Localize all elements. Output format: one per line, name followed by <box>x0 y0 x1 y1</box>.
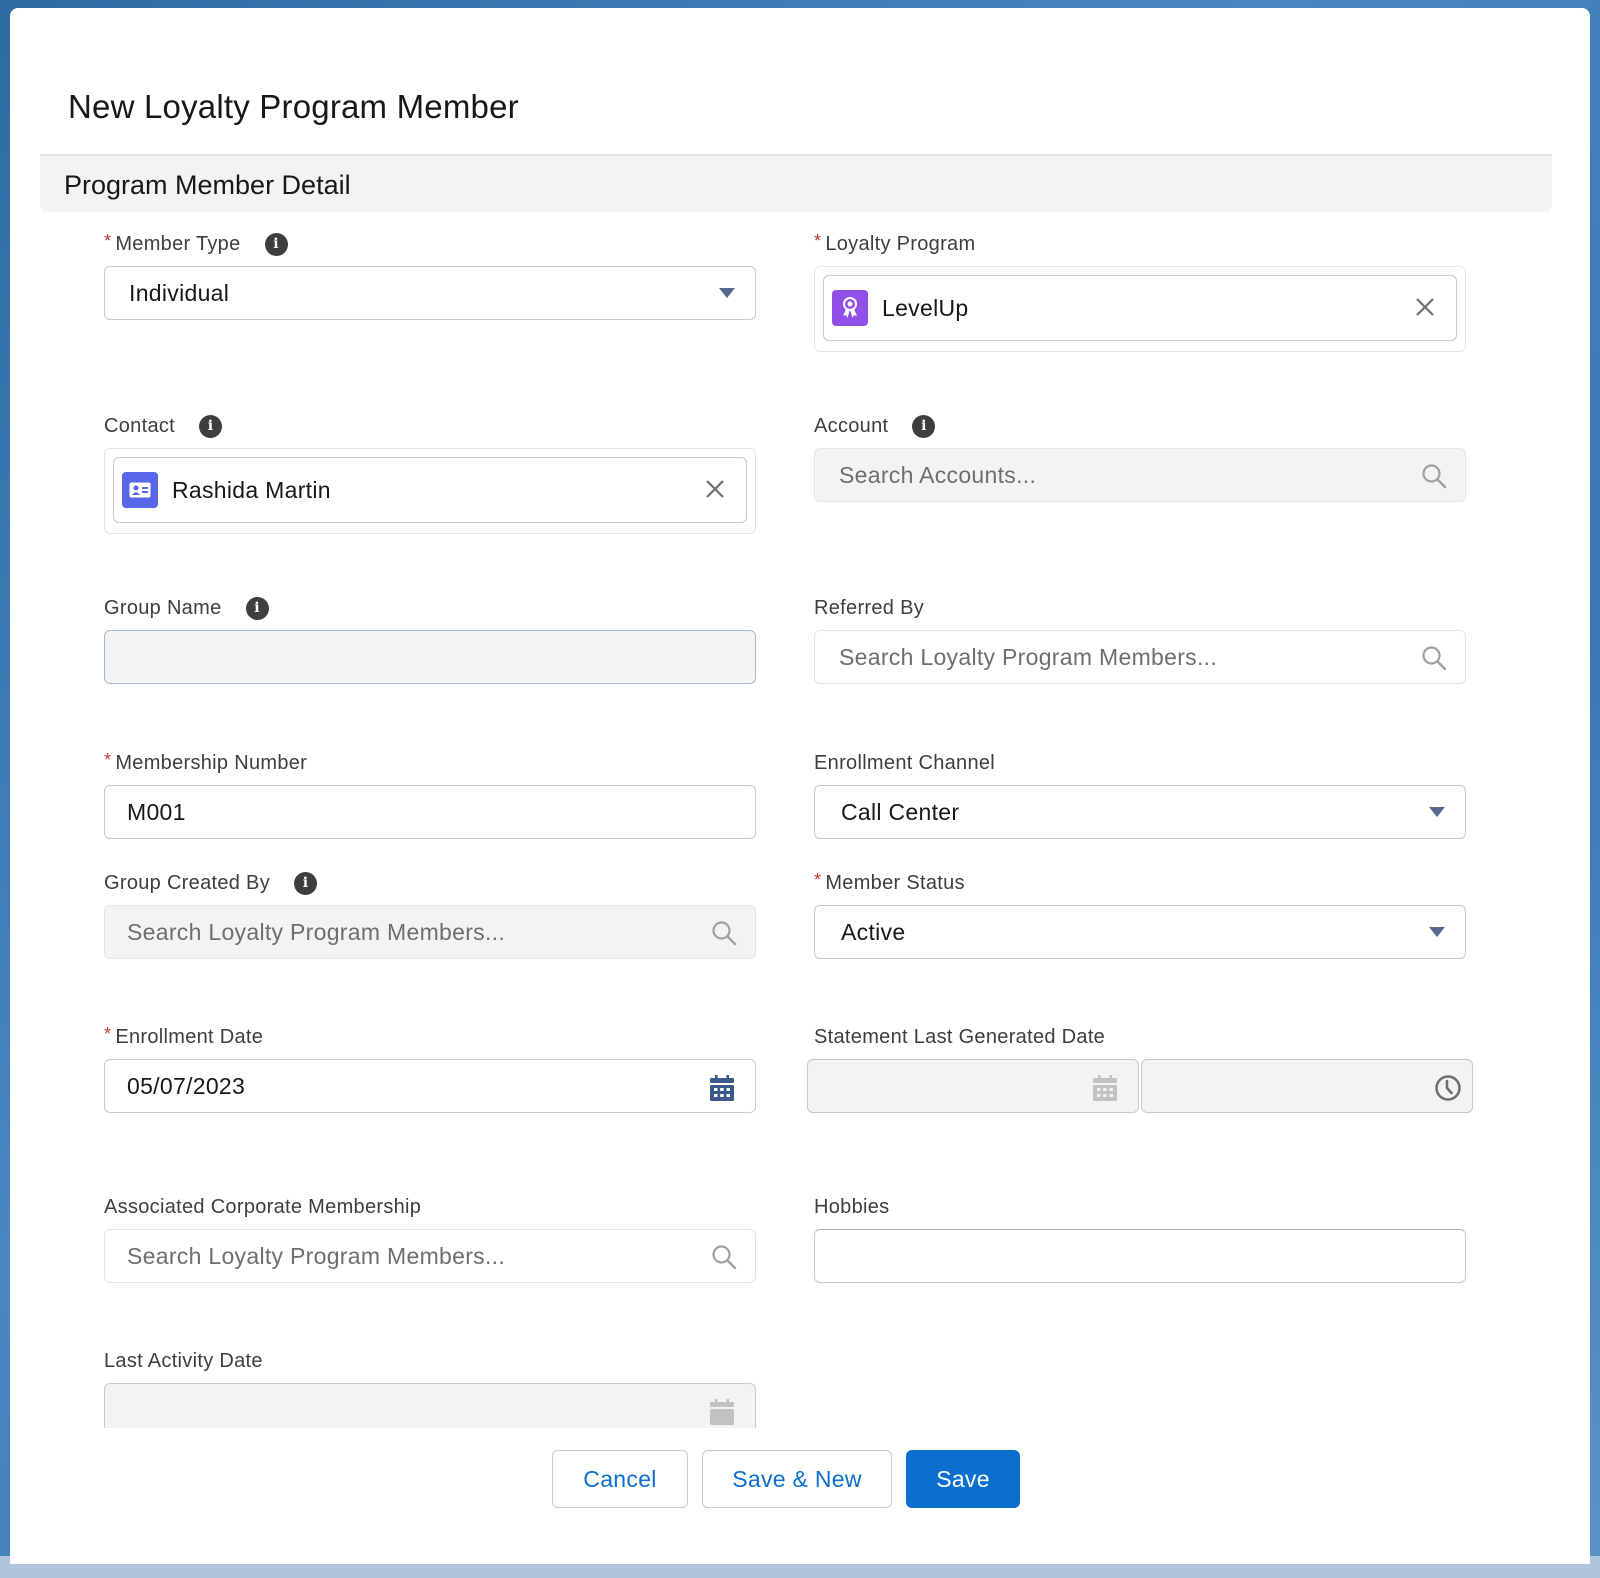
chevron-down-icon <box>719 288 735 298</box>
required-marker: * <box>104 1023 112 1044</box>
loyalty-program-icon <box>832 290 868 326</box>
statement-time-input[interactable] <box>1141 1059 1473 1113</box>
field-group-name: Group Name i <box>104 594 269 622</box>
section-header: Program Member Detail <box>40 156 1552 212</box>
info-icon[interactable]: i <box>264 232 288 256</box>
search-icon <box>712 921 737 946</box>
loyalty-program-selected-pill[interactable]: LevelUp <box>823 275 1457 341</box>
cancel-button[interactable]: Cancel <box>552 1450 688 1508</box>
member-status-label: * Member Status <box>814 869 965 894</box>
loyalty-program-label: * Loyalty Program <box>814 230 976 255</box>
field-contact: Contact i <box>104 412 223 440</box>
group-name-label: Group Name i <box>104 594 269 622</box>
info-icon[interactable]: i <box>245 596 269 620</box>
field-loyalty-program: * Loyalty Program <box>814 230 975 258</box>
search-icon <box>712 1245 737 1270</box>
member-type-label: * Member Type i <box>104 230 288 258</box>
enrollment-date-label: * Enrollment Date <box>104 1023 264 1048</box>
contact-card-icon <box>122 472 158 508</box>
info-icon[interactable]: i <box>912 414 936 438</box>
loyalty-program-lookup: LevelUp <box>814 266 1466 352</box>
chevron-down-icon <box>1429 807 1445 817</box>
enrollment-date-input[interactable]: 05/07/2023 <box>104 1059 756 1113</box>
field-member-type: * Member Type i <box>104 230 288 258</box>
contact-lookup: Rashida Martin <box>104 448 756 534</box>
required-marker: * <box>814 230 822 251</box>
new-loyalty-program-member-modal: New Loyalty Program Member Program Membe… <box>10 8 1590 1564</box>
associated-corporate-membership-search-input[interactable]: Search Loyalty Program Members... <box>104 1229 756 1283</box>
field-associated-corporate-membership: Associated Corporate Membership <box>104 1193 421 1221</box>
contact-label: Contact i <box>104 412 223 440</box>
group-name-input[interactable] <box>104 630 756 684</box>
search-icon <box>1422 464 1447 489</box>
search-icon <box>1422 646 1447 671</box>
referred-by-label: Referred By <box>814 596 925 619</box>
group-created-by-search-input[interactable]: Search Loyalty Program Members... <box>104 905 756 959</box>
required-marker: * <box>104 749 112 770</box>
statement-date-input[interactable] <box>807 1059 1139 1113</box>
field-referred-by: Referred By <box>814 594 924 622</box>
member-type-picklist[interactable]: Individual <box>104 266 756 320</box>
calendar-icon <box>710 1399 734 1425</box>
calendar-icon[interactable] <box>709 1074 735 1102</box>
field-hobbies: Hobbies <box>814 1193 889 1221</box>
modal-title: New Loyalty Program Member <box>68 88 519 125</box>
chevron-down-icon <box>1429 927 1445 937</box>
field-enrollment-channel: Enrollment Channel <box>814 749 995 777</box>
hobbies-label: Hobbies <box>814 1195 890 1218</box>
save-and-new-button[interactable]: Save & New <box>702 1450 892 1508</box>
hobbies-input[interactable] <box>814 1229 1466 1283</box>
clear-selection-icon[interactable] <box>704 478 726 500</box>
section-title: Program Member Detail <box>64 170 351 200</box>
account-search-input[interactable]: Search Accounts... <box>814 448 1466 502</box>
field-group-created-by: Group Created By i <box>104 869 317 897</box>
enrollment-channel-label: Enrollment Channel <box>814 751 996 774</box>
statement-last-generated-date-label: Statement Last Generated Date <box>814 1025 1106 1048</box>
account-label: Account i <box>814 412 936 440</box>
associated-corporate-membership-label: Associated Corporate Membership <box>104 1195 422 1218</box>
required-marker: * <box>104 230 112 251</box>
clear-selection-icon[interactable] <box>1414 296 1436 318</box>
field-account: Account i <box>814 412 936 440</box>
field-membership-number: * Membership Number <box>104 749 307 777</box>
member-status-picklist[interactable]: Active <box>814 905 1466 959</box>
group-created-by-label: Group Created By i <box>104 869 317 897</box>
field-last-activity-date: Last Activity Date <box>104 1347 263 1375</box>
field-enrollment-date: * Enrollment Date <box>104 1023 263 1051</box>
field-member-status: * Member Status <box>814 869 965 897</box>
info-icon[interactable]: i <box>294 871 317 895</box>
clock-icon <box>1435 1075 1461 1101</box>
referred-by-search-input[interactable]: Search Loyalty Program Members... <box>814 630 1466 684</box>
last-activity-date-label: Last Activity Date <box>104 1349 263 1372</box>
info-icon[interactable]: i <box>199 414 223 438</box>
membership-number-input[interactable]: M001 <box>104 785 756 839</box>
field-statement-last-generated-date: Statement Last Generated Date <box>814 1023 1105 1051</box>
calendar-icon <box>1093 1075 1117 1101</box>
required-marker: * <box>814 869 822 890</box>
enrollment-channel-picklist[interactable]: Call Center <box>814 785 1466 839</box>
contact-selected-pill[interactable]: Rashida Martin <box>113 457 747 523</box>
save-button[interactable]: Save <box>906 1450 1020 1508</box>
membership-number-label: * Membership Number <box>104 749 308 774</box>
